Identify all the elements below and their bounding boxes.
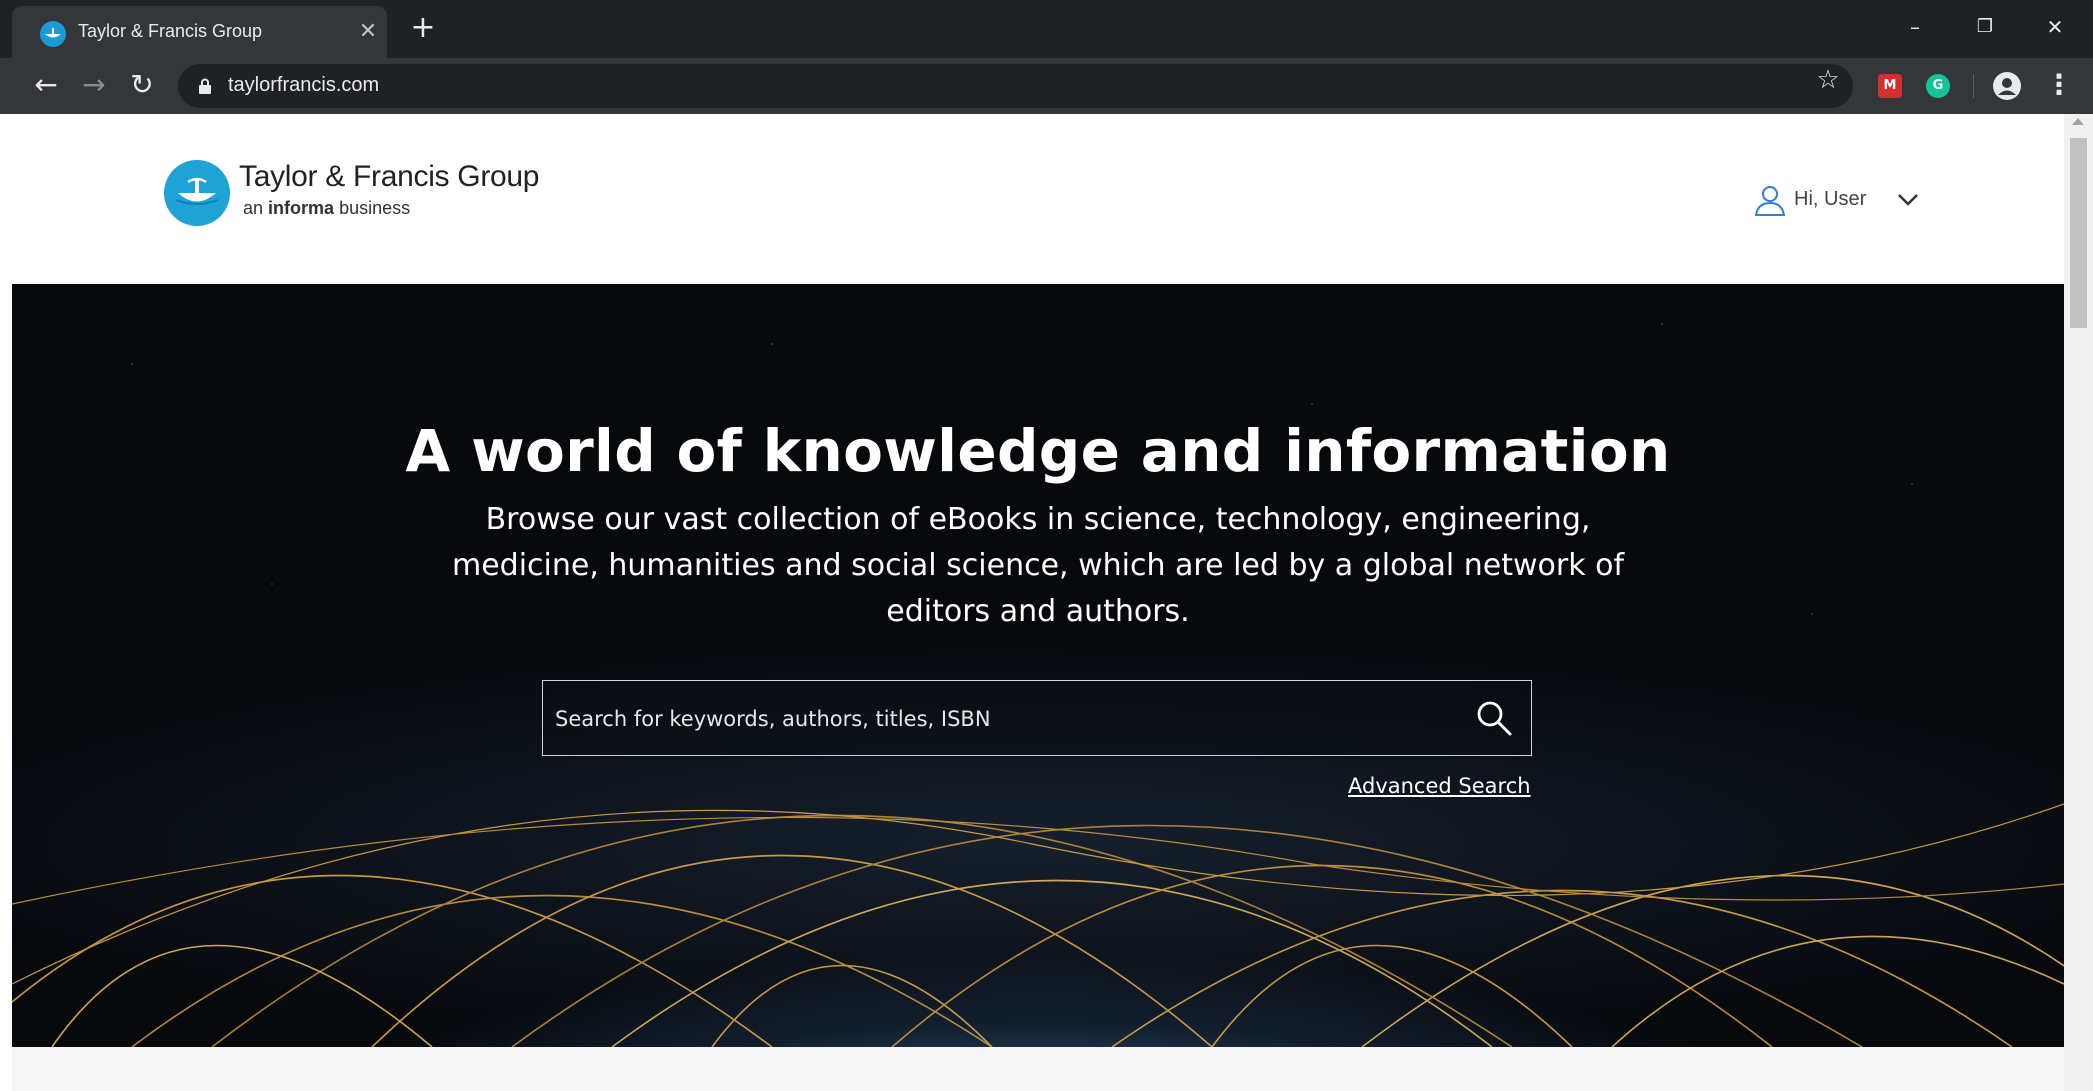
reload-icon[interactable]: ↻ [126, 70, 158, 102]
forward-icon[interactable]: → [78, 70, 110, 102]
window-close-icon[interactable]: ✕ [2035, 10, 2075, 44]
browser-tab-strip: Taylor & Francis Group ✕ + – ❐ ✕ [0, 0, 2093, 58]
tab-favicon-icon [40, 21, 66, 47]
site-header: Taylor & Francis Group an informa busine… [12, 114, 2064, 284]
taylor-francis-logo-icon[interactable] [164, 160, 230, 226]
user-icon [1754, 186, 1786, 216]
toolbar-divider [1973, 74, 1974, 98]
grammarly-extension-icon[interactable]: G [1926, 74, 1950, 98]
search-input[interactable] [553, 699, 1457, 739]
tab-title: Taylor & Francis Group [78, 21, 263, 41]
minimize-icon[interactable]: – [1895, 10, 1935, 44]
advanced-search-link[interactable]: Advanced Search [1348, 774, 1531, 798]
web-page: Taylor & Francis Group an informa busine… [12, 114, 2064, 1091]
browser-tab[interactable]: Taylor & Francis Group ✕ [12, 6, 387, 58]
hero-subtitle: Browse our vast collection of eBooks in … [451, 502, 1625, 629]
network-arcs-graphic [12, 803, 2064, 1047]
scroll-thumb[interactable] [2070, 138, 2087, 328]
new-tab-icon[interactable]: + [408, 13, 438, 44]
search-box [542, 680, 1532, 756]
logo-title[interactable]: Taylor & Francis Group [239, 160, 539, 194]
user-greeting: Hi, User [1794, 188, 1867, 210]
lock-icon [199, 78, 211, 94]
content-section [12, 1047, 2064, 1091]
scroll-up-arrow-icon[interactable] [2072, 118, 2084, 125]
url-text: taylorfrancis.com [228, 74, 380, 96]
tab-close-icon[interactable]: ✕ [357, 21, 379, 43]
mendeley-extension-icon[interactable]: M [1878, 74, 1902, 98]
bookmark-star-icon[interactable]: ☆ [1815, 67, 1841, 94]
address-bar[interactable]: taylorfrancis.com [178, 64, 1853, 108]
profile-icon[interactable] [1993, 72, 2021, 100]
hero-banner: A world of knowledge and information Bro… [12, 284, 2064, 1047]
restore-icon[interactable]: ❐ [1965, 10, 2005, 44]
browser-menu-icon[interactable]: ⋮ [2045, 70, 2073, 102]
hero-title: A world of knowledge and information [405, 417, 1671, 485]
chevron-down-icon[interactable] [1896, 188, 1920, 212]
logo-subtitle: an informa business [243, 198, 411, 218]
search-icon[interactable] [1475, 699, 1513, 737]
page-scrollbar[interactable] [2064, 114, 2093, 1091]
back-icon[interactable]: ← [30, 70, 62, 102]
browser-toolbar: ← → ↻ taylorfrancis.com ☆ M G ⋮ [0, 58, 2093, 114]
